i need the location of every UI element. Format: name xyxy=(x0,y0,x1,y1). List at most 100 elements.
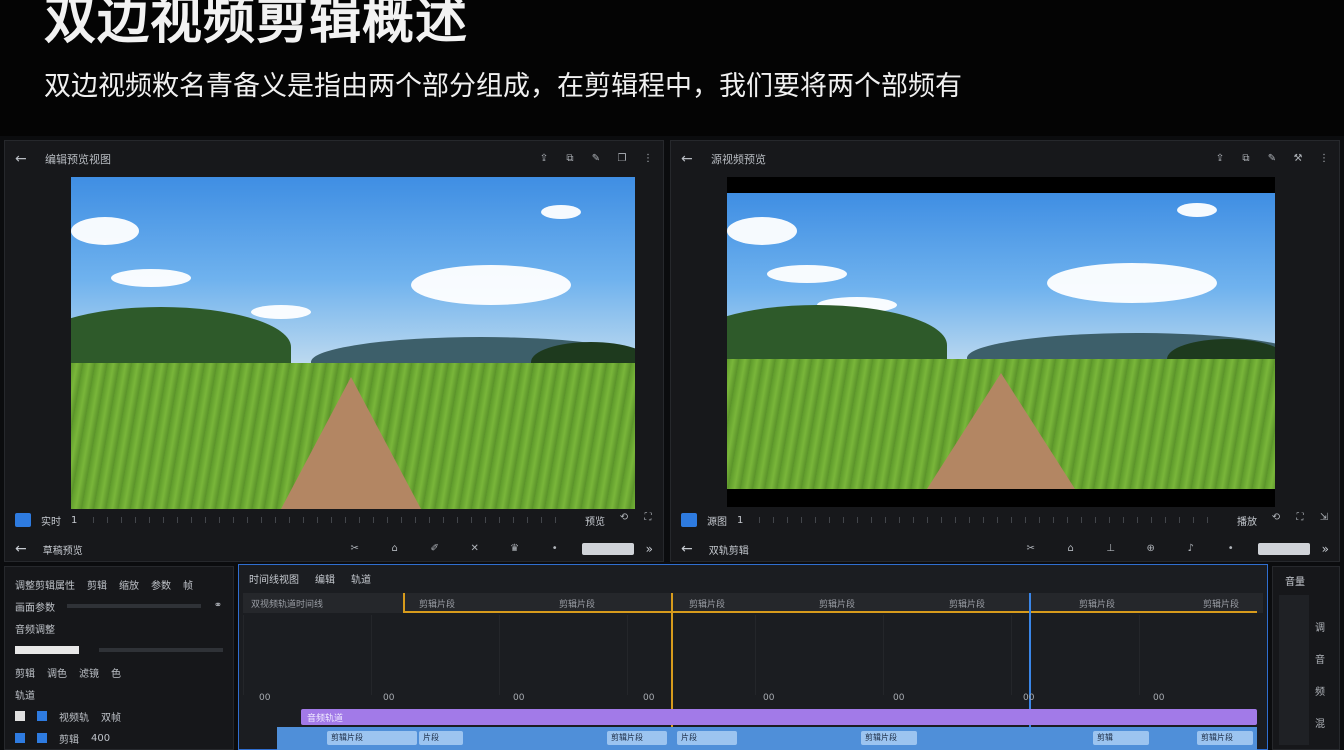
tools-icon[interactable]: ⚒ xyxy=(1293,154,1303,164)
segment-label: 剪辑片段 xyxy=(559,600,596,610)
export-icon[interactable]: ⇲ xyxy=(1319,512,1329,523)
edit-icon[interactable]: ✎ xyxy=(591,154,601,164)
clip[interactable]: 剪辑片段 xyxy=(861,731,917,745)
right-export-chip[interactable] xyxy=(1257,543,1310,555)
segment-label: 剪辑片段 xyxy=(1203,600,1240,610)
props-track-label: 剪辑 xyxy=(59,734,79,746)
segment-label: 剪辑片段 xyxy=(949,600,986,610)
split-icon[interactable]: ✕ xyxy=(470,544,480,554)
left-scrubber[interactable] xyxy=(93,517,563,523)
props-tab-0[interactable]: 剪辑 xyxy=(87,577,107,592)
edit-icon[interactable]: ✎ xyxy=(1267,154,1277,164)
share-icon[interactable]: ⇪ xyxy=(539,154,549,164)
crown-icon[interactable]: ♛ xyxy=(510,544,520,554)
clip[interactable]: 剪辑片段 xyxy=(327,731,417,745)
sound-icon[interactable]: ♪ xyxy=(1186,544,1196,554)
timeline-tab-0[interactable]: 编辑 xyxy=(315,571,335,587)
timecode: 00 xyxy=(383,693,395,703)
back-arrow-icon[interactable]: ← xyxy=(15,151,33,167)
left-foot2-label: 草稿预览 xyxy=(42,545,83,557)
dot-icon[interactable]: • xyxy=(1226,544,1236,554)
right-footer-bar: 源图 1 播放 ⟲ ⛶ ⇲ xyxy=(671,509,1339,531)
left-export-chip[interactable] xyxy=(581,543,634,555)
brush-icon[interactable]: ⌂ xyxy=(1066,544,1076,554)
right-next-icon[interactable]: » xyxy=(1322,542,1329,556)
left-footer-bar: 实时 1 预览 ⟲ ⛶ xyxy=(5,509,663,531)
timeline-tab-1[interactable]: 轨道 xyxy=(351,571,371,587)
video-track[interactable]: 剪辑片段 片段 剪辑片段 片段 剪辑片段 剪辑 剪辑片段 xyxy=(277,727,1257,750)
right-control-bar: ← 双轨剪辑 ✂ ⌂ ⊥ ⊕ ♪ • » xyxy=(671,537,1339,561)
props-row3-2[interactable]: 滤镜 xyxy=(79,665,99,680)
timeline-ruler[interactable]: 双视频轨道时间线 剪辑片段 剪辑片段 剪辑片段 剪辑片段 剪辑片段 剪辑片段 剪… xyxy=(243,593,1263,613)
props-track-value: 双帧 xyxy=(101,712,121,724)
props-row1-slider[interactable] xyxy=(67,604,201,608)
props-tab-3[interactable]: 帧 xyxy=(183,577,193,592)
loop-icon[interactable]: ⟲ xyxy=(619,512,629,523)
clip[interactable]: 剪辑 xyxy=(1093,731,1149,745)
audio-track[interactable]: 音频轨道 xyxy=(301,709,1257,725)
fullscreen-icon[interactable]: ⛶ xyxy=(643,512,653,523)
dot-icon[interactable]: • xyxy=(550,544,560,554)
pen-icon[interactable]: ✐ xyxy=(430,544,440,554)
track-color-swatch[interactable] xyxy=(37,711,47,721)
title-banner: 双边视频剪辑概述 双边视频敉名青备义是指由两个部分组成，在剪辑程中，我们要将两个… xyxy=(0,0,1344,136)
volume-label: 音量 xyxy=(1285,577,1305,588)
clip[interactable]: 片段 xyxy=(419,731,463,745)
track-checkbox[interactable] xyxy=(15,733,25,743)
timecode: 00 xyxy=(893,693,905,703)
left-video-frame[interactable] xyxy=(71,177,635,509)
timecode: 00 xyxy=(1023,693,1035,703)
timeline-panel: 时间线视图 编辑 轨道 双视频轨道时间线 剪辑片段 剪辑片段 剪辑片段 剪辑片段… xyxy=(238,564,1268,750)
fullscreen-icon[interactable]: ⛶ xyxy=(1295,512,1305,523)
right-panel-header: ← 源视频预览 ⇪ ⧉ ✎ ⚒ ⋮ xyxy=(671,141,1339,177)
right-panel-name: 源视频预览 xyxy=(711,153,766,166)
clip[interactable]: 剪辑片段 xyxy=(1197,731,1253,745)
track-color-swatch[interactable] xyxy=(37,733,47,743)
right-video-frame[interactable] xyxy=(727,177,1275,507)
copy-icon[interactable]: ❐ xyxy=(617,154,627,164)
left-footer-right[interactable]: 预览 xyxy=(585,513,605,528)
right-footer-value: 1 xyxy=(737,514,744,526)
clip[interactable]: 片段 xyxy=(677,731,737,745)
volume-mark: 调 xyxy=(1315,623,1325,634)
playhead-amber[interactable] xyxy=(671,593,673,749)
left-control-bar: ← 草稿预览 ✂ ⌂ ✐ ✕ ♛ • » xyxy=(5,537,663,561)
loop-icon[interactable]: ⟲ xyxy=(1271,512,1281,523)
volume-slider[interactable] xyxy=(1279,595,1309,745)
left-footer-value: 1 xyxy=(71,514,78,526)
left-footer-label: 实时 xyxy=(41,516,61,528)
right-footer-right[interactable]: 播放 xyxy=(1237,513,1257,528)
cut-icon[interactable]: ✂ xyxy=(1026,544,1036,554)
marker-icon[interactable]: ⊕ xyxy=(1146,544,1156,554)
right-select-icon[interactable] xyxy=(681,513,697,527)
props-level-bar[interactable] xyxy=(15,646,79,654)
right-scrubber[interactable] xyxy=(759,517,1215,523)
timecode: 00 xyxy=(513,693,525,703)
link-icon[interactable]: ⚭ xyxy=(213,601,223,611)
props-tab-2[interactable]: 参数 xyxy=(151,577,171,592)
timecode: 00 xyxy=(643,693,655,703)
timeline-timecodes: 00 00 00 00 00 00 00 00 xyxy=(259,693,1257,705)
more-icon[interactable]: ⋮ xyxy=(643,154,653,164)
props-row3-3[interactable]: 色 xyxy=(111,665,121,680)
right-prev-icon[interactable]: ← xyxy=(681,541,693,557)
props-tab-1[interactable]: 缩放 xyxy=(119,577,139,592)
cut-icon[interactable]: ✂ xyxy=(350,544,360,554)
brush-icon[interactable]: ⌂ xyxy=(390,544,400,554)
left-next-icon[interactable]: » xyxy=(646,542,653,556)
props-row3-0[interactable]: 剪辑 xyxy=(15,665,35,680)
back-arrow-icon[interactable]: ← xyxy=(681,151,699,167)
left-select-icon[interactable] xyxy=(15,513,31,527)
share-icon[interactable]: ⇪ xyxy=(1215,154,1225,164)
playhead-blue[interactable] xyxy=(1029,593,1031,749)
crop-icon[interactable]: ⧉ xyxy=(565,154,575,164)
clip[interactable]: 剪辑片段 xyxy=(607,731,667,745)
more-icon[interactable]: ⋮ xyxy=(1319,154,1329,164)
trim-icon[interactable]: ⊥ xyxy=(1106,544,1116,554)
track-checkbox[interactable] xyxy=(15,711,25,721)
props-row3-1[interactable]: 调色 xyxy=(47,665,67,680)
left-prev-icon[interactable]: ← xyxy=(15,541,27,557)
props-row1-label: 画面参数 xyxy=(15,602,55,614)
crop-icon[interactable]: ⧉ xyxy=(1241,154,1251,164)
props-level-track[interactable] xyxy=(99,648,223,652)
